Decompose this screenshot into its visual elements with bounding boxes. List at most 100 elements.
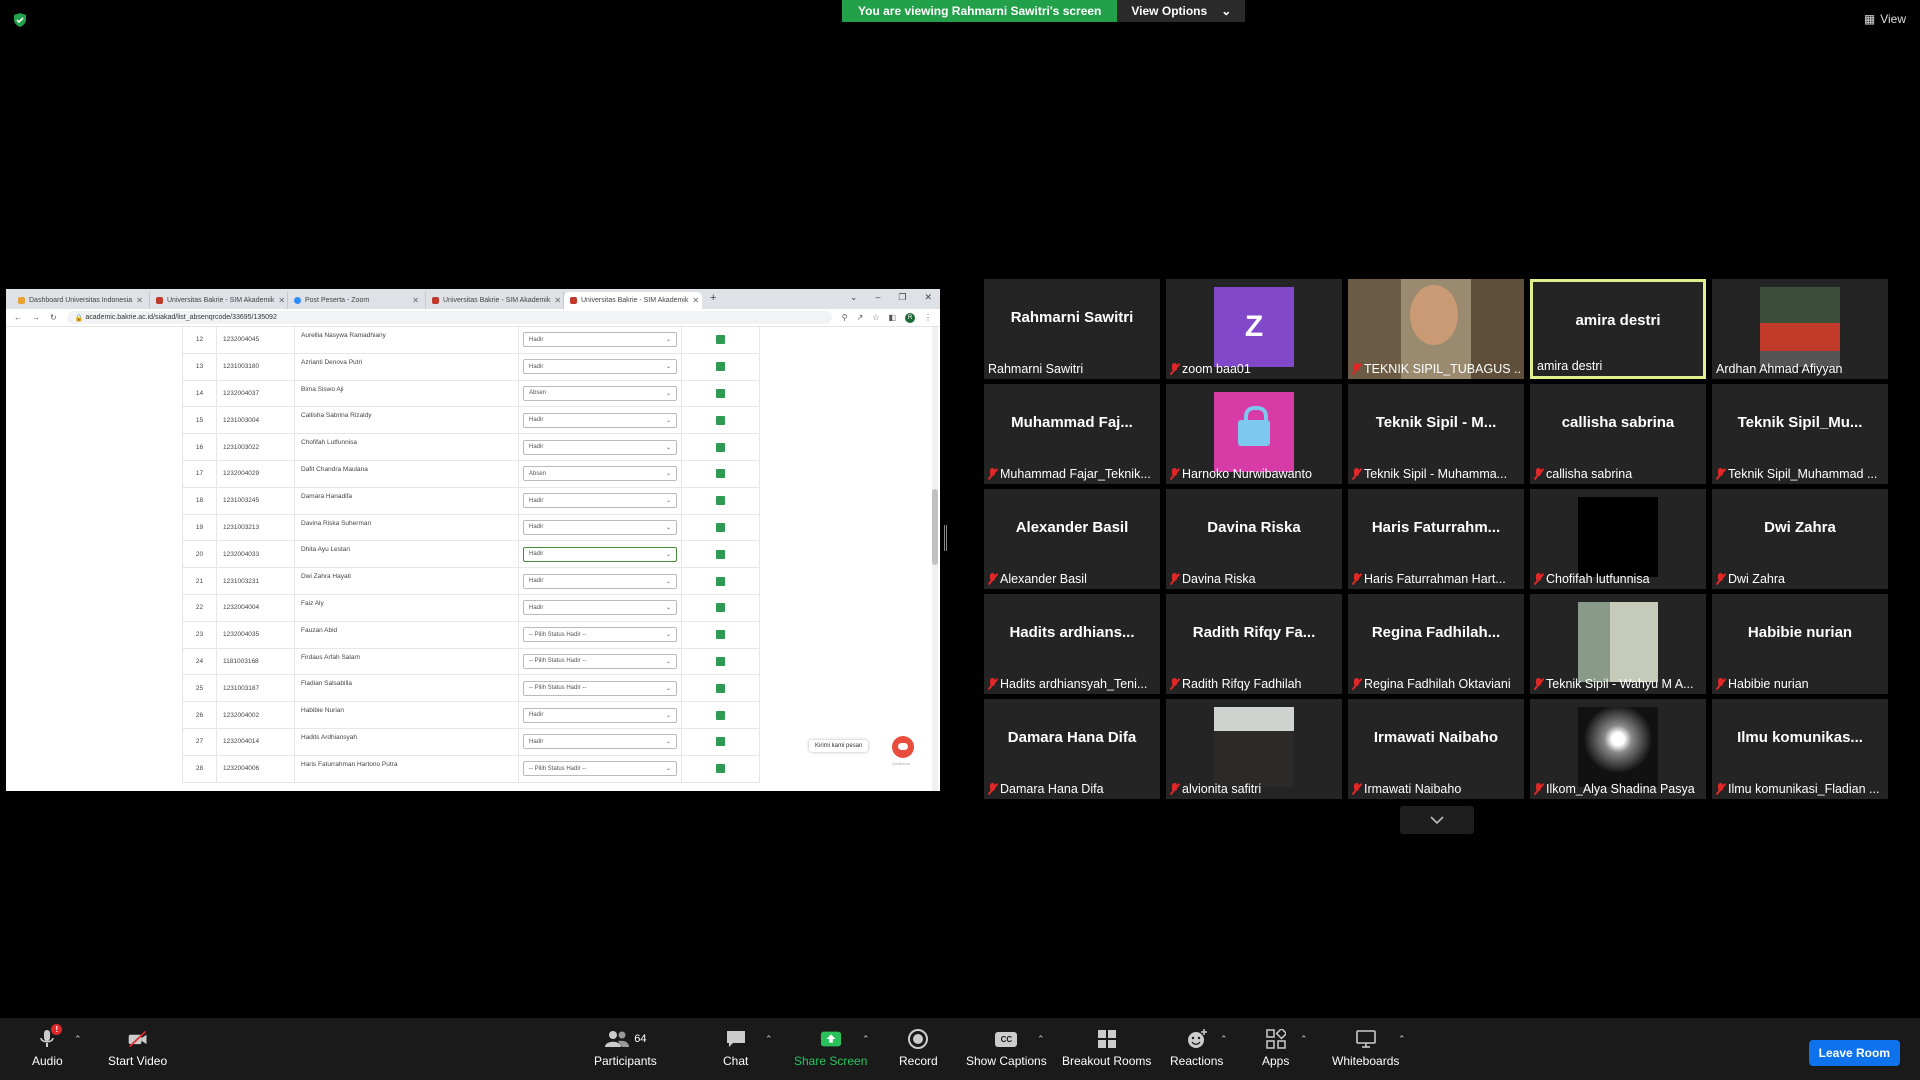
participant-tile[interactable]: callisha sabrina callisha sabrina bbox=[1530, 384, 1706, 484]
attendance-status-select[interactable]: Hadir ⌄ bbox=[523, 600, 677, 616]
close-icon[interactable]: ✕ bbox=[412, 296, 419, 305]
whiteboards-button[interactable]: Whiteboards bbox=[1332, 1028, 1399, 1068]
reactions-button[interactable]: Reactions bbox=[1170, 1028, 1223, 1068]
new-tab-icon[interactable]: + bbox=[702, 292, 724, 309]
record-button[interactable]: Record bbox=[899, 1028, 938, 1068]
browser-tab-active[interactable]: Universitas Bakrie - SIM Akademik ✕ bbox=[564, 292, 702, 309]
browser-tab[interactable]: Universitas Bakrie - SIM Akademik ✕ bbox=[150, 292, 288, 309]
audio-options-caret-icon[interactable]: ⌃ bbox=[74, 1034, 82, 1045]
save-icon[interactable] bbox=[716, 737, 725, 747]
back-icon[interactable]: ← bbox=[14, 313, 22, 322]
attendance-status-select[interactable]: -- Pilih Status Hadir -- ⌄ bbox=[523, 653, 677, 669]
participant-tile[interactable]: Ilmu komunikas... Ilmu komunikasi_Fladian… bbox=[1712, 699, 1888, 799]
save-icon[interactable] bbox=[716, 522, 725, 532]
participant-tile[interactable]: Hadits ardhians... Hadits ardhiansyah_Ten… bbox=[984, 594, 1160, 694]
save-icon[interactable] bbox=[716, 630, 725, 640]
save-icon[interactable] bbox=[716, 496, 725, 506]
attendance-status-select[interactable]: Hadir ⌄ bbox=[523, 359, 677, 375]
attendance-status-select[interactable]: Hadir ⌄ bbox=[523, 332, 677, 348]
split-view-handle[interactable] bbox=[944, 525, 947, 551]
save-icon[interactable] bbox=[716, 549, 725, 559]
browser-tab[interactable]: Dashboard Universitas Indonesia ✕ bbox=[12, 292, 150, 309]
save-icon[interactable] bbox=[716, 388, 725, 398]
reactions-options-caret-icon[interactable]: ⌃ bbox=[1220, 1034, 1228, 1045]
minimize-icon[interactable]: – bbox=[875, 292, 880, 303]
participant-tile[interactable]: Regina Fadhilah... Regina Fadhilah Oktavi… bbox=[1348, 594, 1524, 694]
apps-button[interactable]: Apps bbox=[1262, 1028, 1289, 1068]
audio-button[interactable]: ! Audio bbox=[32, 1024, 63, 1068]
captions-options-caret-icon[interactable]: ⌃ bbox=[1037, 1034, 1045, 1045]
restore-icon[interactable]: ❐ bbox=[898, 292, 906, 303]
share-options-caret-icon[interactable]: ⌃ bbox=[862, 1034, 870, 1045]
save-icon[interactable] bbox=[716, 656, 725, 666]
reload-icon[interactable]: ↻ bbox=[50, 313, 57, 322]
participant-tile[interactable]: Zzoom baa01 bbox=[1166, 279, 1342, 379]
share-screen-button[interactable]: Share Screen bbox=[794, 1028, 867, 1068]
participant-tile[interactable]: Davina Riska Davina Riska bbox=[1166, 489, 1342, 589]
sidepanel-icon[interactable]: ◧ bbox=[888, 313, 896, 322]
close-icon[interactable]: ✕ bbox=[554, 296, 561, 305]
attendance-status-select[interactable]: -- Pilih Status Hadir -- ⌄ bbox=[523, 761, 677, 777]
star-icon[interactable]: ☆ bbox=[872, 313, 879, 322]
attendance-status-select[interactable]: Hadir ⌄ bbox=[523, 546, 677, 562]
attendance-status-select[interactable]: -- Pilih Status Hadir -- ⌄ bbox=[523, 627, 677, 643]
participant-tile[interactable]: Alexander Basil Alexander Basil bbox=[984, 489, 1160, 589]
gallery-next-page-button[interactable] bbox=[1400, 806, 1474, 834]
chat-button[interactable]: Chat bbox=[723, 1028, 748, 1068]
save-icon[interactable] bbox=[716, 603, 725, 613]
view-button[interactable]: ▦ View bbox=[1864, 12, 1906, 26]
breakout-rooms-button[interactable]: Breakout Rooms bbox=[1062, 1028, 1151, 1068]
participant-tile[interactable]: Muhammad Faj... Muhammad Fajar_Teknik... bbox=[984, 384, 1160, 484]
save-icon[interactable] bbox=[716, 362, 725, 372]
participant-tile[interactable]: TEKNIK SIPIL_TUBAGUS ... bbox=[1348, 279, 1524, 379]
browser-tab[interactable]: Universitas Bakrie - SIM Akademik ✕ bbox=[426, 292, 564, 309]
participants-button[interactable]: 64 Participants bbox=[594, 1028, 657, 1068]
leave-room-button[interactable]: Leave Room bbox=[1808, 1040, 1900, 1066]
chat-widget-bubble[interactable]: Kirimi kami pesan bbox=[809, 740, 869, 752]
whiteboards-options-caret-icon[interactable]: ⌃ bbox=[1398, 1034, 1406, 1045]
attendance-status-select[interactable]: Absen ⌄ bbox=[523, 385, 677, 401]
participant-tile[interactable]: Haris Faturrahm... Haris Faturrahman Hart… bbox=[1348, 489, 1524, 589]
show-captions-button[interactable]: CC Show Captions bbox=[966, 1028, 1047, 1068]
share-icon[interactable]: ↗ bbox=[857, 313, 864, 322]
attendance-status-select[interactable]: Hadir ⌄ bbox=[523, 519, 677, 535]
close-icon[interactable]: ✕ bbox=[692, 296, 699, 305]
save-icon[interactable] bbox=[716, 469, 725, 479]
save-icon[interactable] bbox=[716, 764, 725, 774]
participant-tile[interactable]: Damara Hana Difa Damara Hana Difa bbox=[984, 699, 1160, 799]
url-field[interactable]: 🔒 academic.bakrie.ac.id/siakad/list_abse… bbox=[66, 311, 832, 324]
close-window-icon[interactable]: ✕ bbox=[924, 292, 932, 303]
profile-avatar[interactable]: R bbox=[905, 312, 915, 323]
zoom-icon[interactable]: ⚲ bbox=[842, 313, 848, 322]
tab-search-icon[interactable]: ⌄ bbox=[850, 292, 858, 303]
save-icon[interactable] bbox=[716, 683, 725, 693]
attendance-status-select[interactable]: Hadir ⌄ bbox=[523, 734, 677, 750]
close-icon[interactable]: ✕ bbox=[136, 296, 143, 305]
attendance-status-select[interactable]: Hadir ⌄ bbox=[523, 493, 677, 509]
participant-tile[interactable]: Rahmarni Sawitri Rahmarni Sawitri bbox=[984, 279, 1160, 379]
close-icon[interactable]: ✕ bbox=[278, 296, 285, 305]
security-shield-icon[interactable] bbox=[12, 12, 28, 28]
save-icon[interactable] bbox=[716, 576, 725, 586]
attendance-status-select[interactable]: Hadir ⌄ bbox=[523, 707, 677, 723]
participant-tile[interactable]: Teknik Sipil_Mu... Teknik Sipil_Muhammad … bbox=[1712, 384, 1888, 484]
chat-widget-button[interactable] bbox=[892, 736, 914, 758]
forward-icon[interactable]: → bbox=[32, 313, 40, 322]
participant-tile[interactable]: Dwi Zahra Dwi Zahra bbox=[1712, 489, 1888, 589]
attendance-status-select[interactable]: Hadir ⌄ bbox=[523, 573, 677, 589]
participant-tile[interactable]: Teknik Sipil - M... Teknik Sipil - Muhamm… bbox=[1348, 384, 1524, 484]
page-scrollbar[interactable] bbox=[932, 327, 938, 791]
attendance-status-select[interactable]: Hadir ⌄ bbox=[523, 412, 677, 428]
save-icon[interactable] bbox=[716, 335, 725, 345]
save-icon[interactable] bbox=[716, 710, 725, 720]
start-video-button[interactable]: Start Video bbox=[108, 1028, 167, 1068]
menu-icon[interactable]: ⋮ bbox=[924, 313, 932, 322]
participant-tile[interactable]: Irmawati Naibaho Irmawati Naibaho bbox=[1348, 699, 1524, 799]
participant-tile[interactable]: Ardhan Ahmad Afiyyan bbox=[1712, 279, 1888, 379]
participant-tile[interactable]: Chofifah lutfunnisa bbox=[1530, 489, 1706, 589]
apps-options-caret-icon[interactable]: ⌃ bbox=[1300, 1034, 1308, 1045]
participant-tile[interactable]: Harnoko Nurwibawanto bbox=[1166, 384, 1342, 484]
save-icon[interactable] bbox=[716, 415, 725, 425]
participant-tile[interactable]: Teknik Sipil - Wahyu M A... bbox=[1530, 594, 1706, 694]
save-icon[interactable] bbox=[716, 442, 725, 452]
